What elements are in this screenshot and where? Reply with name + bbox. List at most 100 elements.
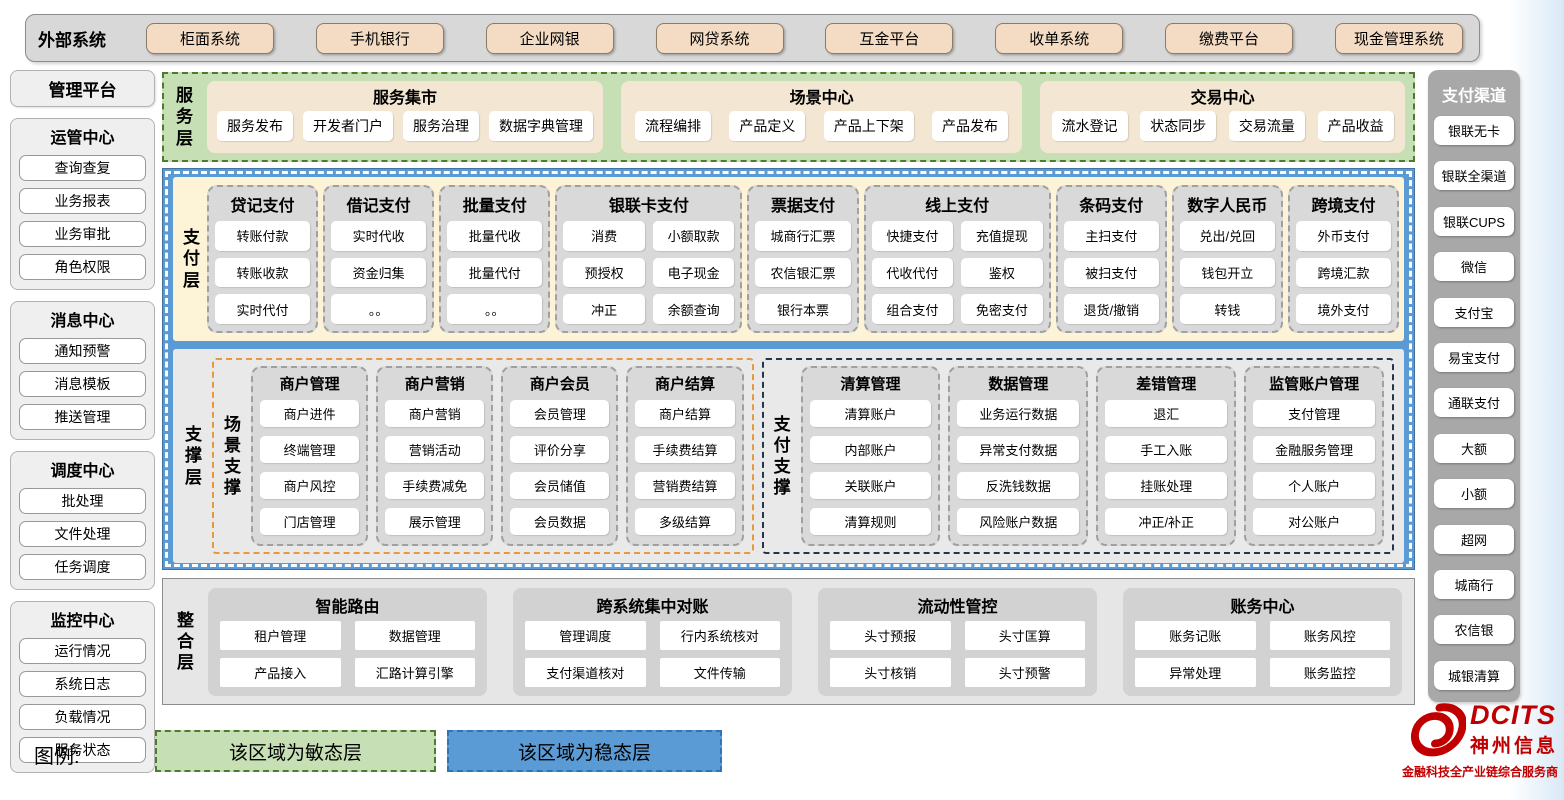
payment-support-box: 支付支撑 清算管理清算账户内部账户关联账户清算规则数据管理业务运行数据异常支付数… [762, 358, 1394, 554]
support-column-title: 商户营销 [385, 373, 484, 394]
service-group-items: 流水登记状态同步交易流量产品收益 [1050, 111, 1395, 141]
payment-column: 数字人民币兑出/兑回钱包开立转钱 [1172, 185, 1283, 333]
support-item: 个人账户 [1253, 472, 1375, 499]
integration-item: 头寸预警 [965, 658, 1086, 687]
integration-item: 异常处理 [1135, 658, 1256, 687]
service-layer: 服务层 服务集市服务发布开发者门户服务治理数据字典管理场景中心流程编排产品定义产… [162, 72, 1415, 162]
support-column-items: 会员管理评价分享会员储值会员数据 [510, 400, 609, 535]
payment-item: 。。 [447, 294, 542, 324]
channel-item: 超网 [1434, 525, 1514, 554]
payment-item: 快捷支付 [872, 221, 954, 251]
support-item: 异常支付数据 [957, 436, 1079, 463]
integration-group-items: 账务记账账务风控异常处理账务监控 [1135, 621, 1390, 687]
support-column-title: 数据管理 [957, 373, 1079, 394]
support-item: 展示管理 [385, 508, 484, 535]
integration-item: 账务监控 [1270, 658, 1391, 687]
payment-item: 农信银汇票 [755, 258, 850, 288]
payment-item: 外币支付 [1296, 221, 1391, 251]
payment-item: 鉴权 [961, 258, 1043, 288]
support-item: 多级结算 [635, 508, 734, 535]
support-item: 支付管理 [1253, 400, 1375, 427]
channel-item: 银联CUPS [1434, 207, 1514, 236]
service-group: 交易中心流水登记状态同步交易流量产品收益 [1040, 81, 1405, 153]
external-system-button: 网贷系统 [656, 23, 784, 54]
support-item: 会员管理 [510, 400, 609, 427]
integration-item: 产品接入 [220, 658, 341, 687]
payment-column-items: 批量代收批量代付。。 [447, 221, 542, 324]
integration-group-title: 账务中心 [1135, 591, 1390, 621]
support-item: 商户结算 [635, 400, 734, 427]
payment-column-title: 条码支付 [1064, 192, 1159, 216]
dcits-logo: DCITS 神州信息 金融科技全产业链综合服务商 [1382, 702, 1558, 780]
support-item: 终端管理 [260, 436, 359, 463]
integration-group-items: 头寸预报头寸匡算头寸核销头寸预警 [830, 621, 1085, 687]
payment-column: 批量支付批量代收批量代付。。 [439, 185, 550, 333]
sidebar-group: 运管中心查询查复业务报表业务审批角色权限 [10, 118, 155, 290]
support-column: 清算管理清算账户内部账户关联账户清算规则 [801, 366, 941, 546]
payment-column-items: 转账付款转账收款实时代付 [215, 221, 310, 324]
service-item: 产品收益 [1318, 111, 1394, 141]
integration-item: 头寸核销 [830, 658, 951, 687]
sidebar-item: 推送管理 [19, 404, 146, 430]
payment-column-title: 贷记支付 [215, 192, 310, 216]
dcits-swirl-icon [1410, 702, 1466, 758]
support-column-title: 商户结算 [635, 373, 734, 394]
support-column: 商户会员会员管理评价分享会员储值会员数据 [501, 366, 618, 546]
integration-item: 数据管理 [355, 621, 476, 650]
sidebar-group-title: 消息中心 [19, 307, 146, 331]
main-area: 服务层 服务集市服务发布开发者门户服务治理数据字典管理场景中心流程编排产品定义产… [162, 72, 1415, 705]
payment-column: 票据支付城商行汇票农信银汇票银行本票 [747, 185, 858, 333]
payment-item: 转钱 [1180, 294, 1275, 324]
support-column-items: 业务运行数据异常支付数据反洗钱数据风险账户数据 [957, 400, 1079, 535]
support-item: 手续费结算 [635, 436, 734, 463]
payment-item: 被扫支付 [1064, 258, 1159, 288]
service-item: 流水登记 [1052, 111, 1128, 141]
support-column-items: 支付管理金融服务管理个人账户对公账户 [1253, 400, 1375, 535]
support-column-title: 监管账户管理 [1253, 373, 1375, 394]
support-item: 清算账户 [810, 400, 932, 427]
logo-company: 神州信息 [1470, 731, 1558, 758]
service-item: 流程编排 [635, 111, 711, 141]
channel-item: 通联支付 [1434, 388, 1514, 417]
payment-channels-panel: 支付渠道 银联无卡银联全渠道银联CUPS微信支付宝易宝支付通联支付大额小额超网城… [1428, 70, 1520, 702]
legend-stable-box: 该区域为稳态层 [447, 730, 722, 772]
service-item: 交易流量 [1229, 111, 1305, 141]
support-item: 业务运行数据 [957, 400, 1079, 427]
support-column: 数据管理业务运行数据异常支付数据反洗钱数据风险账户数据 [948, 366, 1088, 546]
scene-support-columns: 商户管理商户进件终端管理商户风控门店管理商户营销商户营销营销活动手续费减免展示管… [251, 366, 744, 546]
support-item: 商户营销 [385, 400, 484, 427]
integration-item: 行内系统核对 [660, 621, 781, 650]
service-group-title: 场景中心 [631, 84, 1012, 108]
sidebar-item: 业务审批 [19, 221, 146, 247]
service-item: 产品发布 [932, 111, 1008, 141]
support-item: 门店管理 [260, 508, 359, 535]
support-item: 对公账户 [1253, 508, 1375, 535]
channel-item: 易宝支付 [1434, 343, 1514, 372]
support-item: 商户风控 [260, 472, 359, 499]
logo-tagline: 金融科技全产业链综合服务商 [1382, 763, 1558, 780]
sidebar-group-title: 运管中心 [19, 124, 146, 148]
sidebar-item: 批处理 [19, 488, 146, 514]
integration-group-title: 跨系统集中对账 [525, 591, 780, 621]
sidebar-group: 消息中心通知预警消息模板推送管理 [10, 301, 155, 440]
legend-agile-box: 该区域为敏态层 [155, 730, 436, 772]
service-item: 状态同步 [1140, 111, 1216, 141]
integration-item: 支付渠道核对 [525, 658, 646, 687]
payment-item: 免密支付 [961, 294, 1043, 324]
integration-group: 流动性管控头寸预报头寸匡算头寸核销头寸预警 [818, 588, 1097, 696]
support-column-items: 退汇手工入账挂账处理冲正/补正 [1105, 400, 1227, 535]
payment-item: 消费 [563, 221, 645, 251]
payment-layer-columns: 贷记支付转账付款转账收款实时代付借记支付实时代收资金归集。。批量支付批量代收批量… [207, 185, 1399, 333]
payment-column-items: 兑出/兑回钱包开立转钱 [1180, 221, 1275, 324]
payment-item: 余额查询 [653, 294, 735, 324]
support-item: 冲正/补正 [1105, 508, 1227, 535]
payment-item: 预授权 [563, 258, 645, 288]
service-item: 开发者门户 [303, 111, 393, 141]
payment-item: 组合支付 [872, 294, 954, 324]
support-column-title: 清算管理 [810, 373, 932, 394]
integration-item: 头寸匡算 [965, 621, 1086, 650]
integration-group-items: 租户管理数据管理产品接入汇路计算引擎 [220, 621, 475, 687]
integration-layer-groups: 智能路由租户管理数据管理产品接入汇路计算引擎跨系统集中对账管理调度行内系统核对支… [208, 588, 1402, 696]
integration-group: 账务中心账务记账账务风控异常处理账务监控 [1123, 588, 1402, 696]
support-column: 差错管理退汇手工入账挂账处理冲正/补正 [1096, 366, 1236, 546]
